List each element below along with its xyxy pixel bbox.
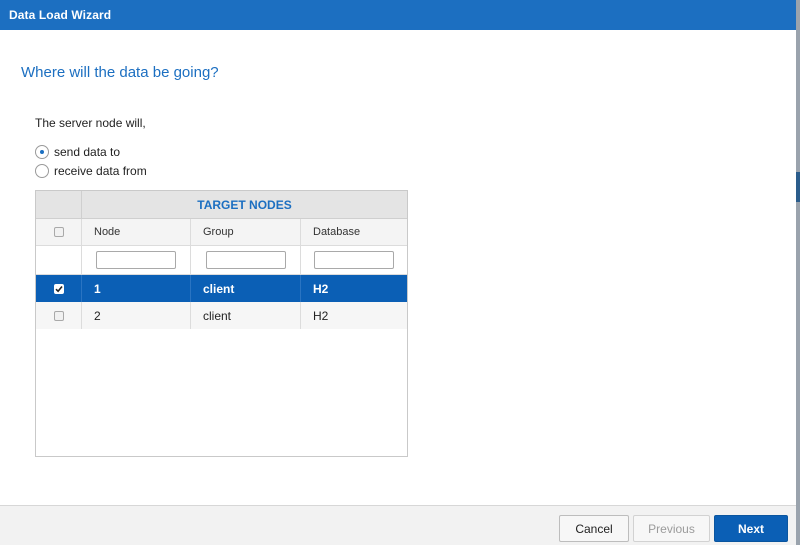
table-row[interactable]: 2 client H2 xyxy=(36,302,407,329)
filter-node-input[interactable] xyxy=(96,251,176,269)
radio-send-data[interactable]: send data to xyxy=(35,145,120,159)
row-node-cell: 1 xyxy=(81,275,190,302)
previous-button[interactable]: Previous xyxy=(633,515,710,542)
column-header-database[interactable]: Database xyxy=(300,219,407,245)
select-all-cell[interactable] xyxy=(36,219,81,245)
filter-node-cell xyxy=(81,246,190,274)
target-nodes-grid: TARGET NODES Node Group Database 1 clien… xyxy=(35,190,408,457)
grid-column-header-row: Node Group Database xyxy=(36,219,407,246)
radio-receive-data-label: receive data from xyxy=(54,164,147,178)
radio-send-data-label: send data to xyxy=(54,145,121,159)
row-database-cell: H2 xyxy=(300,275,407,302)
filter-group-input[interactable] xyxy=(205,251,286,269)
filter-database-input[interactable] xyxy=(314,251,394,269)
grid-group-title: TARGET NODES xyxy=(81,191,407,219)
intro-text: The server node will, xyxy=(35,116,146,130)
grid-group-header: TARGET NODES xyxy=(36,191,407,219)
radio-receive-data[interactable]: receive data from xyxy=(35,164,147,178)
row-group-cell: client xyxy=(190,302,300,329)
page-heading: Where will the data be going? xyxy=(21,64,219,81)
window-edge xyxy=(796,0,800,545)
row-select-cell[interactable] xyxy=(36,275,81,302)
row-select-cell[interactable] xyxy=(36,302,81,329)
grid-filter-row xyxy=(36,246,407,275)
check-icon xyxy=(54,285,63,292)
filter-group-cell xyxy=(190,246,300,274)
filter-database-cell xyxy=(300,246,407,274)
row-checkbox[interactable] xyxy=(53,283,64,294)
dialog-footer: Cancel Previous Next xyxy=(0,505,796,545)
dialog-title: Data Load Wizard xyxy=(0,0,796,30)
row-group-cell: client xyxy=(190,275,300,302)
filter-spacer xyxy=(36,246,81,274)
row-database-cell: H2 xyxy=(300,302,407,329)
table-row[interactable]: 1 client H2 xyxy=(36,275,407,302)
row-node-cell: 2 xyxy=(81,302,190,329)
next-button[interactable]: Next xyxy=(714,515,788,542)
radio-receive-data-control[interactable] xyxy=(35,164,49,178)
cancel-button[interactable]: Cancel xyxy=(559,515,629,542)
row-checkbox[interactable] xyxy=(53,310,64,321)
column-header-node[interactable]: Node xyxy=(81,219,190,245)
data-load-wizard-dialog: Data Load Wizard Where will the data be … xyxy=(0,0,800,545)
radio-send-data-control[interactable] xyxy=(35,145,49,159)
column-header-group[interactable]: Group xyxy=(190,219,300,245)
select-all-checkbox[interactable] xyxy=(53,227,64,237)
scroll-marker xyxy=(796,172,800,202)
